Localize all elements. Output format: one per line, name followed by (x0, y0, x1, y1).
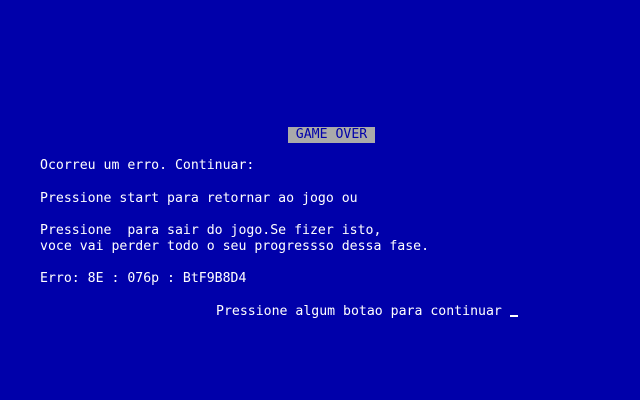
error-code-text: Erro: 8E : 076p : BtF9B8D4 (40, 271, 247, 286)
error-intro-text: Ocorreu um erro. Continuar: (40, 158, 255, 173)
blinking-cursor-icon (509, 315, 518, 317)
continue-prompt-label: Pressione algum botao para continuar (216, 304, 502, 319)
continue-prompt[interactable]: Pressione algum botao para continuar (216, 304, 518, 320)
game-over-title: GAME OVER (288, 127, 375, 143)
error-screen[interactable]: GAME OVER Ocorreu um erro. Continuar: Pr… (0, 0, 640, 400)
quit-option-line-1: Pressione para sair do jogo.Se fizer ist… (40, 223, 382, 238)
start-option-text: Pressione start para retornar ao jogo ou (40, 191, 358, 206)
quit-option-line-2: voce vai perder todo o seu progressso de… (40, 239, 430, 254)
